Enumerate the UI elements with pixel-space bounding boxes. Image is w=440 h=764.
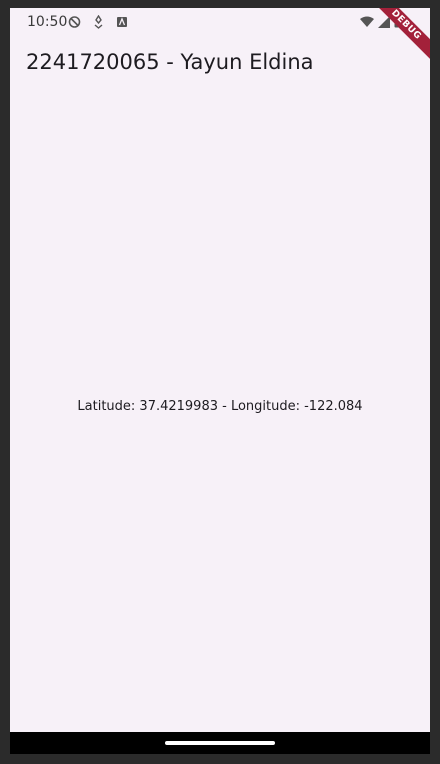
location-text: Latitude: 37.4219983 - Longitude: -122.0… <box>77 398 363 414</box>
app-screen: 10:50 DEBUG 2241720065 - Yayun Eldina La… <box>10 8 430 732</box>
status-bar: 10:50 DEBUG <box>10 8 430 66</box>
home-indicator[interactable] <box>165 741 275 745</box>
navigation-bar <box>10 732 430 754</box>
wifi-icon <box>360 16 374 28</box>
pin-icon <box>93 15 104 29</box>
body-content: Latitude: 37.4219983 - Longitude: -122.0… <box>10 92 430 732</box>
app-bar: 2241720065 - Yayun Eldina <box>10 36 430 92</box>
status-left-icons <box>68 15 128 29</box>
shield-icon <box>68 15 81 29</box>
notification-icon <box>116 16 128 28</box>
page-title: 2241720065 - Yayun Eldina <box>26 50 314 74</box>
status-time: 10:50 <box>27 14 68 30</box>
device-frame: 10:50 DEBUG 2241720065 - Yayun Eldina La… <box>0 0 440 764</box>
